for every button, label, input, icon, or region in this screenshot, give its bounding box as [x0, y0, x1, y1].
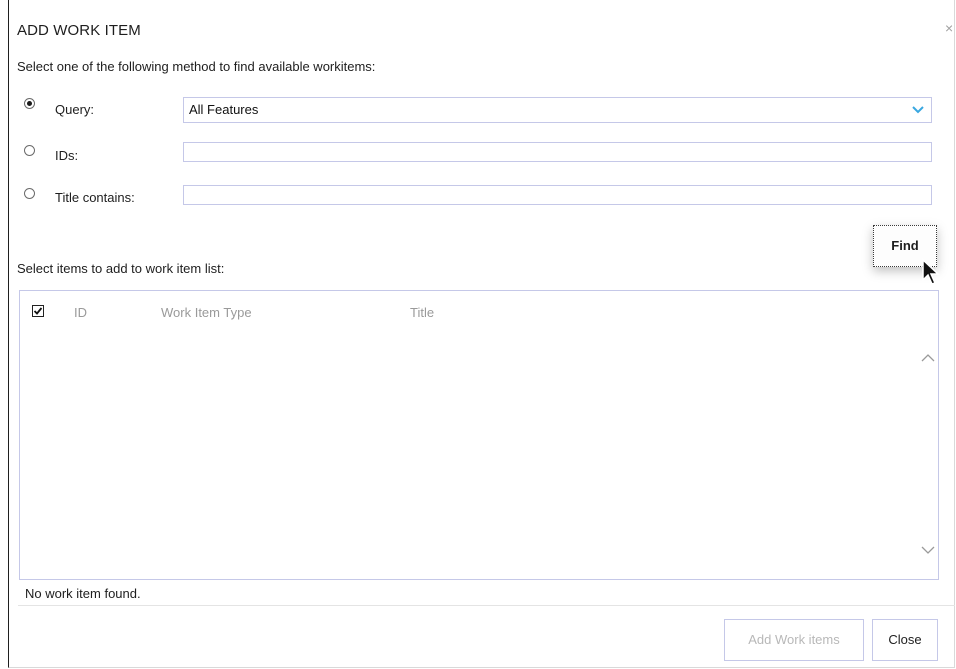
ids-radio[interactable]	[24, 145, 35, 156]
ids-input[interactable]	[183, 142, 932, 162]
add-work-item-dialog: ADD WORK ITEM × Select one of the follow…	[8, 0, 955, 668]
work-item-list[interactable]: ID Work Item Type Title	[19, 290, 939, 580]
instruction-text: Select one of the following method to fi…	[17, 59, 376, 74]
ids-label: IDs:	[55, 148, 79, 163]
chevron-down-icon	[912, 106, 924, 114]
close-button[interactable]: Close	[872, 619, 938, 661]
title-contains-input[interactable]	[183, 185, 932, 205]
title-contains-label: Title contains:	[55, 190, 135, 205]
query-radio[interactable]	[24, 98, 35, 109]
title-radio[interactable]	[24, 188, 35, 199]
status-text: No work item found.	[25, 586, 141, 601]
chevron-up-icon[interactable]	[920, 351, 936, 365]
column-header-work-item-type: Work Item Type	[161, 305, 252, 320]
query-select-value: All Features	[189, 102, 259, 117]
check-icon	[33, 307, 43, 315]
chevron-down-icon[interactable]	[920, 543, 936, 557]
close-icon[interactable]: ×	[945, 20, 953, 36]
column-header-id: ID	[74, 305, 87, 320]
query-select[interactable]: All Features	[183, 97, 932, 123]
divider	[18, 605, 955, 606]
mouse-pointer-icon	[922, 258, 940, 285]
select-all-checkbox[interactable]	[32, 305, 44, 317]
dialog-title: ADD WORK ITEM	[17, 22, 141, 39]
list-caption: Select items to add to work item list:	[17, 261, 225, 276]
add-work-items-button[interactable]: Add Work items	[724, 619, 864, 661]
column-header-title: Title	[410, 305, 435, 320]
query-label: Query:	[55, 102, 95, 117]
radio-selected-dot	[27, 101, 32, 106]
